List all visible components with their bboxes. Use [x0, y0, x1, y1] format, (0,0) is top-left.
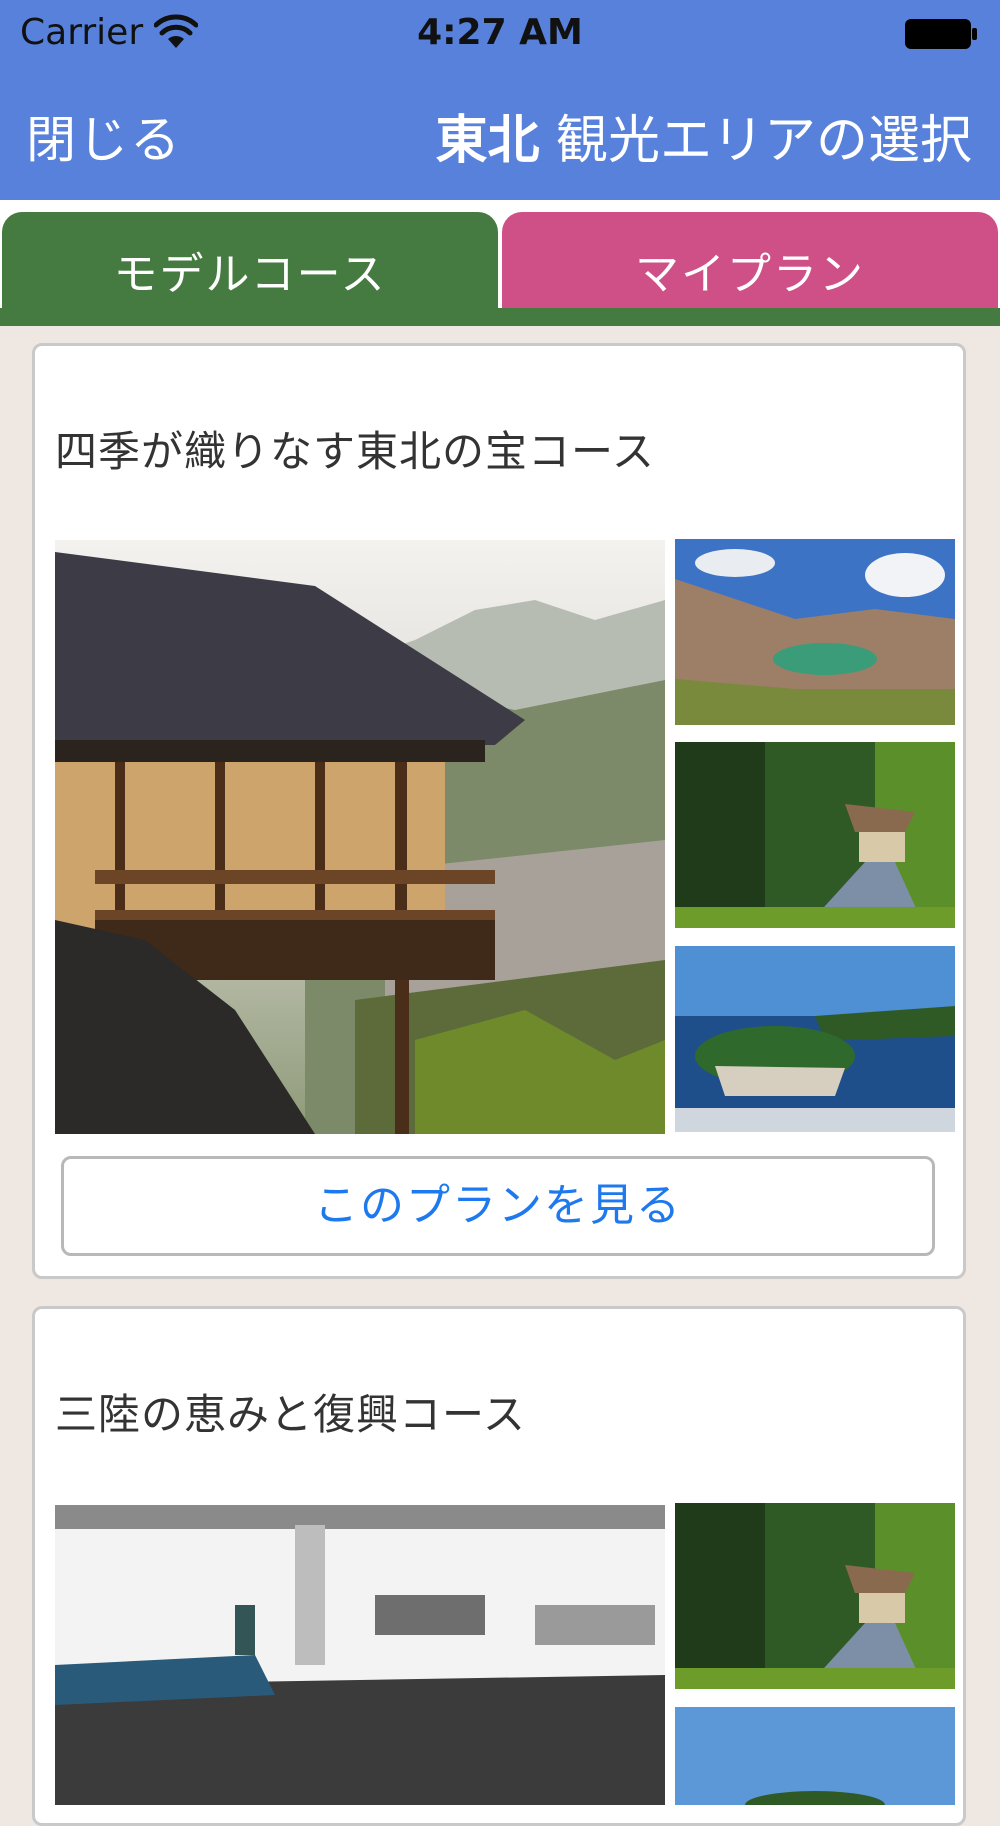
tab-model-course[interactable]: モデルコース	[2, 212, 498, 326]
course-thumb-photo[interactable]	[675, 539, 955, 725]
tab-label: マイプラン	[635, 249, 865, 300]
tab-my-plan[interactable]: マイプラン	[502, 212, 998, 308]
status-time: 4:27 AM	[417, 12, 583, 53]
view-plan-button[interactable]: このプランを見る	[61, 1156, 935, 1256]
course-thumb-photo[interactable]	[675, 1707, 955, 1805]
region-label: 東北	[435, 111, 540, 171]
course-main-photo[interactable]	[55, 540, 665, 1134]
course-thumb-photo[interactable]	[675, 1503, 955, 1689]
course-thumb-photo[interactable]	[675, 946, 955, 1132]
battery-icon	[905, 19, 977, 49]
close-button[interactable]: 閉じる	[26, 100, 182, 172]
course-thumb-photo[interactable]	[675, 742, 955, 928]
page-title: 東北 観光エリアの選択	[435, 98, 972, 173]
navigation-bar: Carrier 4:27 AM 閉じる 東北 観光エリアの選択	[0, 0, 1000, 200]
course-title: 三陸の恵みと復興コース	[55, 1390, 526, 1439]
tab-label: モデルコース	[113, 249, 387, 300]
course-main-photo[interactable]	[55, 1505, 665, 1805]
course-card: 四季が織りなす東北の宝コース このプランを見る	[32, 343, 966, 1279]
course-card: 三陸の恵みと復興コース	[32, 1306, 966, 1826]
course-title: 四季が織りなす東北の宝コース	[55, 427, 655, 476]
title-label: 観光エリアの選択	[555, 111, 972, 171]
